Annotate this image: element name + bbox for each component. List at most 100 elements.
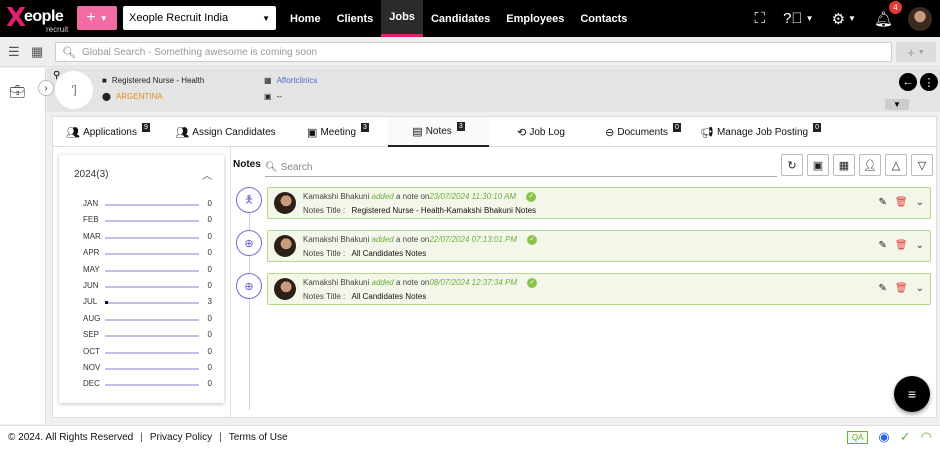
calendar-month-row[interactable]: AUG 0 — [59, 314, 224, 326]
tab-label: Applications — [83, 126, 137, 138]
calendar-month-row[interactable]: APR 0 — [59, 248, 224, 260]
month-count: 0 — [207, 281, 212, 290]
shapes-button[interactable]: △ — [885, 154, 907, 176]
job-location-row: ⬤ ARGENTINA — [102, 92, 163, 101]
note-meta: Kamakshi Bhakuni added a note on23/07/20… — [303, 192, 537, 202]
month-label: MAR — [83, 231, 101, 241]
calendar-year[interactable]: 2024(3) — [74, 169, 108, 180]
pencil-icon[interactable]: ✎ — [879, 197, 887, 208]
contact-card-icon: ▣ — [812, 159, 824, 172]
global-search-input[interactable]: 🔍︎ Global Search - Something awesome is … — [55, 42, 892, 62]
calendar-month-row[interactable]: FEB 0 — [59, 215, 224, 227]
calendar-month-row[interactable]: MAR 0 — [59, 232, 224, 244]
wifi-icon[interactable]: ◠ — [921, 429, 932, 445]
calendar-month-row[interactable]: JUL 3 — [59, 297, 224, 309]
quick-add-button[interactable]: + ▼ — [77, 6, 117, 30]
chevron-down-icon[interactable]: ⌄ — [916, 240, 924, 251]
chevron-down-icon[interactable]: ⌄ — [916, 197, 924, 208]
back-arrow-icon[interactable]: ← — [899, 73, 917, 91]
trash-icon[interactable]: 🗑︎ — [895, 197, 908, 208]
assign-users-icon: 👥︎ — [175, 126, 190, 139]
account-circle-icon[interactable]: ◉ — [878, 429, 889, 445]
chevron-right-icon[interactable]: › — [38, 80, 54, 96]
grid-view-icon[interactable]: ▦ — [31, 44, 47, 59]
nav-clients[interactable]: Clients — [329, 0, 382, 37]
notes-search-input[interactable]: 🔍︎ Search — [265, 159, 777, 177]
month-bar — [105, 269, 199, 272]
fullscreen-icon[interactable]: ⛶ — [755, 10, 766, 27]
tab-documents[interactable]: ⊖ Documents 0 — [593, 117, 693, 147]
month-bar — [105, 286, 199, 288]
nav-jobs[interactable]: Jobs — [381, 0, 423, 37]
month-label: JUN — [83, 281, 99, 290]
more-vertical-icon[interactable]: ⋮ — [920, 73, 938, 91]
note-card[interactable]: Kamakshi Bhakuni added a note on22/07/20… — [267, 230, 931, 262]
add-circle-icon: ⊕ — [236, 273, 262, 299]
pencil-icon[interactable]: ✎ — [879, 283, 887, 294]
tab-assign-candidates[interactable]: 👥︎ Assign Candidates — [163, 117, 288, 147]
calendar-month-row[interactable]: SEP 0 — [59, 330, 224, 342]
job-detail-panel: 👥︎ Applications 9 👥︎ Assign Candidates ▣… — [52, 116, 938, 418]
note-title-row: Notes Title : All Candidates Notes — [303, 249, 426, 258]
nav-employees[interactable]: Employees — [498, 0, 572, 37]
tab-meeting[interactable]: ▣ Meeting 3 — [288, 117, 388, 147]
help-menu[interactable]: ?⃝ ▼ — [783, 10, 814, 27]
note-card[interactable]: Kamakshi Bhakuni added a note on08/07/20… — [267, 273, 931, 305]
calendar-month-row[interactable]: MAY 0 — [59, 265, 224, 277]
contact-card-button[interactable]: ▣ — [807, 154, 829, 176]
tab-job-log[interactable]: ⟲ Job Log — [489, 117, 593, 147]
user-avatar[interactable] — [908, 6, 932, 31]
filter-button[interactable]: ▽ — [911, 154, 933, 176]
calendar-month-row[interactable]: JUN 0 — [59, 281, 224, 293]
note-actions: ✎ 🗑︎ ⌄ — [879, 197, 924, 208]
tab-applications[interactable]: 👥︎ Applications 9 — [53, 117, 163, 147]
calendar-month-row[interactable]: NOV 0 — [59, 363, 224, 375]
location-pin-icon: ⬤ — [102, 92, 111, 101]
calendar-button[interactable]: ▦ — [833, 154, 855, 176]
settings-menu[interactable]: ⚙ ▼ — [832, 10, 856, 28]
job-tabs: 👥︎ Applications 9 👥︎ Assign Candidates ▣… — [53, 117, 938, 147]
calendar-month-row[interactable]: JAN 0 — [59, 199, 224, 211]
xeople-logo[interactable]: X eople recruit — [6, 5, 72, 34]
tab-count: 3 — [361, 122, 369, 132]
job-location: ARGENTINA — [115, 92, 163, 101]
trash-icon[interactable]: 🗑︎ — [895, 283, 908, 294]
month-bar — [105, 236, 199, 239]
nav-candidates[interactable]: Candidates — [423, 0, 498, 37]
nav-home[interactable]: Home — [282, 0, 329, 37]
list-view-icon[interactable]: ☰ — [8, 44, 24, 59]
privacy-policy-link[interactable]: Privacy Policy — [150, 432, 212, 443]
note-card[interactable]: Kamakshi Bhakuni added a note on23/07/20… — [267, 187, 931, 219]
terms-of-use-link[interactable]: Terms of Use — [229, 432, 288, 443]
month-label: FEB — [83, 215, 99, 225]
tab-count: 0 — [813, 122, 822, 132]
refresh-button[interactable]: ↻ — [781, 154, 803, 176]
calendar-month-row[interactable]: DEC 0 — [59, 379, 224, 391]
person-button[interactable]: 👤︎ — [859, 154, 881, 176]
check-circle-icon[interactable]: ✓ — [900, 429, 911, 445]
pencil-icon[interactable]: ✎ — [879, 240, 887, 251]
company-select[interactable]: Xeople Recruit India ▼ — [123, 6, 276, 30]
plus-icon: + — [86, 9, 96, 26]
note-actions: ✎ 🗑︎ ⌄ — [879, 240, 924, 251]
nav-contacts[interactable]: Contacts — [572, 0, 635, 37]
job-client-link[interactable]: Affortclinics — [277, 76, 318, 85]
footer-icons: QA ◉ ✓ ◠ — [846, 429, 932, 445]
history-icon: ⟲ — [517, 126, 527, 139]
chevron-down-icon[interactable]: ▼ — [885, 99, 909, 110]
chevron-up-icon[interactable]: ︿ — [202, 167, 212, 182]
trash-icon[interactable]: 🗑︎ — [895, 240, 908, 251]
month-bar — [105, 384, 199, 387]
divider — [230, 147, 231, 417]
chevron-down-icon[interactable]: ⌄ — [916, 283, 924, 294]
briefcase-icon[interactable]: 💼︎ — [9, 84, 26, 100]
note-datetime: 22/07/2024 07:13:01 PM — [429, 235, 517, 245]
add-note-fab[interactable]: ≡ — [894, 376, 930, 412]
pin-icon[interactable]: ⚲ — [53, 70, 60, 81]
calendar-month-row[interactable]: OCT 0 — [59, 347, 224, 359]
tab-manage-job-posting[interactable]: 📢︎ Manage Job Posting 0 — [693, 117, 828, 147]
add-button[interactable]: + ▼ — [896, 42, 936, 62]
note-title-label: Notes Title : — [303, 206, 346, 215]
tab-notes[interactable]: ▤ Notes 3 — [388, 117, 489, 147]
notifications-button[interactable]: 🔔︎ 4 — [874, 0, 902, 28]
